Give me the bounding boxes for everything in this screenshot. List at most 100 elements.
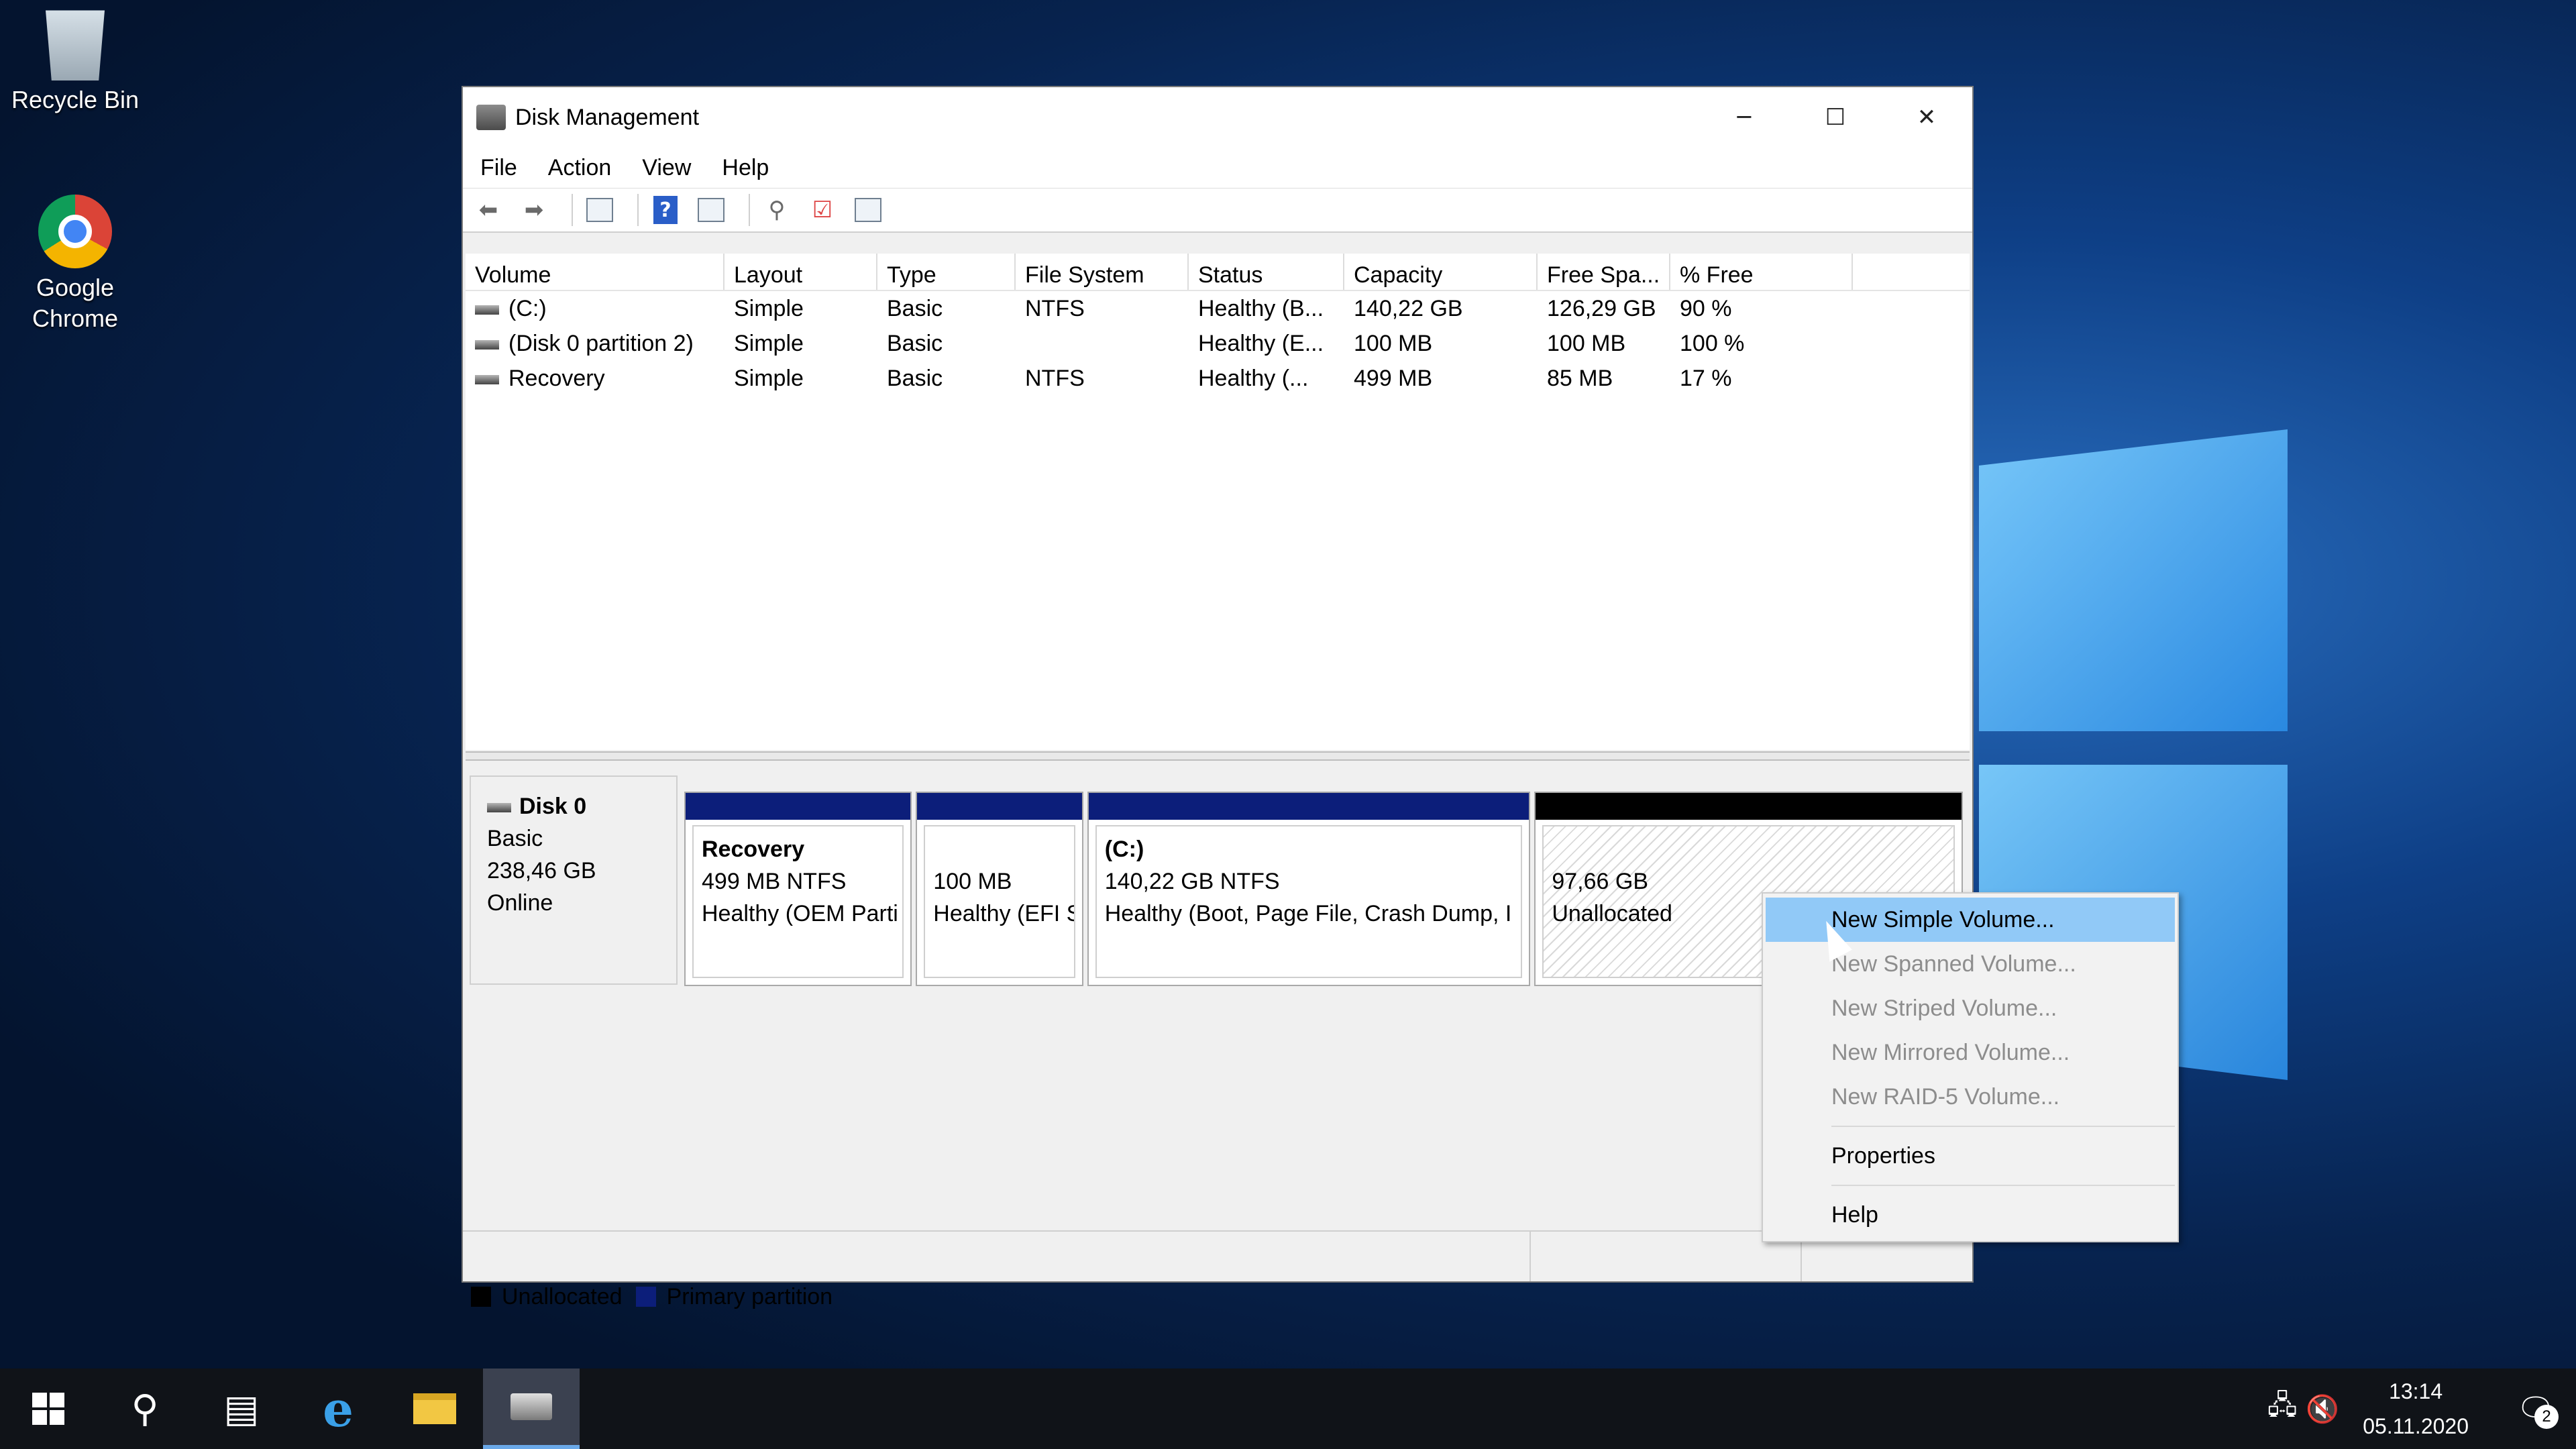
properties-icon[interactable] <box>694 195 729 225</box>
partition-status: Healthy (EFI S <box>933 901 1075 926</box>
disk-list-icon[interactable] <box>582 195 617 225</box>
disk-name: Disk 0 <box>519 794 587 819</box>
legend-swatch-unallocated <box>471 1287 491 1307</box>
column-status[interactable]: Status <box>1189 254 1344 290</box>
disk-management-window: Disk Management ─ ☐ ✕ File Action View H… <box>462 86 1974 1309</box>
table-row[interactable]: (Disk 0 partition 2) Simple Basic Health… <box>466 326 1970 361</box>
desktop-icon-recycle-bin[interactable]: Recycle Bin <box>1 7 149 115</box>
task-view-icon[interactable]: ▤ <box>193 1368 290 1449</box>
table-row[interactable]: Recovery Simple Basic NTFS Healthy (... … <box>466 361 1970 396</box>
internet-explorer-icon[interactable]: e <box>290 1368 386 1449</box>
legend-swatch-primary <box>635 1287 656 1307</box>
cell-type: Basic <box>887 295 943 321</box>
menu-help[interactable]: Help <box>722 155 769 181</box>
cell-status: Healthy (... <box>1198 365 1309 391</box>
toolbar-separator <box>749 194 750 226</box>
table-row[interactable]: (C:) Simple Basic NTFS Healthy (B... 140… <box>466 291 1970 326</box>
drive-icon <box>475 305 499 315</box>
column-type[interactable]: Type <box>877 254 1016 290</box>
partition-recovery[interactable]: Recovery 499 MB NTFS Healthy (OEM Parti <box>684 792 912 986</box>
partition-title: Recovery <box>702 837 805 862</box>
wallpaper-pane <box>1979 429 2288 731</box>
help-icon[interactable]: ? <box>648 195 683 225</box>
column-free-space[interactable]: Free Spa... <box>1538 254 1670 290</box>
maximize-button[interactable]: ☐ <box>1790 87 1881 148</box>
clock-date: 05.11.2020 <box>2363 1414 2469 1438</box>
close-button[interactable]: ✕ <box>1881 87 1972 148</box>
partition-efi[interactable]: 100 MB Healthy (EFI S <box>916 792 1083 986</box>
toolbar-separator <box>637 194 639 226</box>
network-icon[interactable]: 🖧 <box>2262 1368 2302 1449</box>
legend: Unallocated Primary partition <box>463 1276 1972 1316</box>
cell-layout: Simple <box>734 295 804 321</box>
cell-percent-free: 90 % <box>1680 295 1732 321</box>
pane-splitter[interactable] <box>466 751 1970 761</box>
cell-volume: Recovery <box>508 365 605 391</box>
menu-new-mirrored-volume[interactable]: New Mirrored Volume... <box>1763 1030 2178 1075</box>
cell-volume: (Disk 0 partition 2) <box>508 330 694 356</box>
clock-time: 13:14 <box>2389 1379 2443 1403</box>
partition-band <box>686 793 911 820</box>
forward-arrow-icon[interactable]: ➡ <box>517 195 551 225</box>
cell-layout: Simple <box>734 365 804 391</box>
system-tray: 🖧 🔇 13:14 05.11.2020 🗨 2 <box>2262 1368 2576 1449</box>
cell-capacity: 100 MB <box>1354 330 1433 356</box>
menu-file[interactable]: File <box>480 155 517 181</box>
title-bar[interactable]: Disk Management ─ ☐ ✕ <box>463 87 1972 148</box>
menu-help-item[interactable]: Help <box>1763 1193 2178 1237</box>
desktop-icon-chrome[interactable]: Google Chrome <box>1 195 149 334</box>
action-center-icon[interactable]: 🗨 2 <box>2496 1368 2576 1449</box>
start-button[interactable] <box>0 1368 97 1449</box>
cell-free-space: 126,29 GB <box>1547 295 1656 321</box>
menu-properties[interactable]: Properties <box>1763 1134 2178 1178</box>
window-title: Disk Management <box>515 104 700 130</box>
volume-list: Volume Layout Type File System Status Ca… <box>466 254 1970 750</box>
cell-free-space: 85 MB <box>1547 365 1613 391</box>
taskbar: ⚲ ▤ e 🖧 🔇 13:14 05.11.2020 🗨 2 <box>0 1368 2576 1449</box>
partition-c[interactable]: (C:) 140,22 GB NTFS Healthy (Boot, Page … <box>1087 792 1531 986</box>
column-percent-free[interactable]: % Free <box>1670 254 1853 290</box>
cell-percent-free: 100 % <box>1680 330 1745 356</box>
back-arrow-icon[interactable]: ⬅ <box>471 195 506 225</box>
menu-new-striped-volume[interactable]: New Striped Volume... <box>1763 986 2178 1030</box>
drive-icon <box>487 803 511 813</box>
column-layout[interactable]: Layout <box>724 254 877 290</box>
menu-view[interactable]: View <box>642 155 691 181</box>
settings-icon[interactable] <box>851 195 885 225</box>
disk-info[interactable]: Disk 0 Basic 238,46 GB Online <box>470 775 678 985</box>
column-capacity[interactable]: Capacity <box>1344 254 1538 290</box>
cell-free-space: 100 MB <box>1547 330 1626 356</box>
disk-state: Online <box>487 890 553 916</box>
partition-title <box>933 833 1065 865</box>
column-file-system[interactable]: File System <box>1016 254 1189 290</box>
cell-status: Healthy (B... <box>1198 295 1324 321</box>
cell-percent-free: 17 % <box>1680 365 1732 391</box>
menu-action[interactable]: Action <box>548 155 612 181</box>
cell-file-system: NTFS <box>1025 295 1085 321</box>
partition-band <box>1088 793 1529 820</box>
toolbar-separator <box>572 194 573 226</box>
minimize-button[interactable]: ─ <box>1699 87 1790 148</box>
disk-management-taskbar-icon[interactable] <box>483 1368 580 1449</box>
partition-size: 100 MB <box>933 869 1012 894</box>
volume-list-header: Volume Layout Type File System Status Ca… <box>466 254 1970 291</box>
desktop-icon-label: Google Chrome <box>32 274 119 332</box>
cell-capacity: 140,22 GB <box>1354 295 1463 321</box>
partition-size: 140,22 GB NTFS <box>1104 869 1280 894</box>
legend-label: Primary partition <box>666 1283 833 1309</box>
connect-icon[interactable]: ⚲ <box>759 195 794 225</box>
clock[interactable]: 13:14 05.11.2020 <box>2363 1374 2469 1444</box>
column-volume[interactable]: Volume <box>466 254 724 290</box>
check-icon[interactable]: ☑ <box>805 195 840 225</box>
desktop-icon-label: Recycle Bin <box>11 86 140 113</box>
file-explorer-icon[interactable] <box>386 1368 483 1449</box>
volume-muted-icon[interactable]: 🔇 <box>2302 1368 2343 1449</box>
disk-size: 238,46 GB <box>487 858 596 883</box>
disk-type: Basic <box>487 826 543 851</box>
menu-new-raid5-volume[interactable]: New RAID-5 Volume... <box>1763 1075 2178 1119</box>
recycle-bin-icon <box>46 10 105 80</box>
drive-icon <box>475 339 499 350</box>
legend-label: Unallocated <box>502 1283 623 1309</box>
search-icon[interactable]: ⚲ <box>97 1368 193 1449</box>
notification-badge: 2 <box>2534 1405 2559 1429</box>
